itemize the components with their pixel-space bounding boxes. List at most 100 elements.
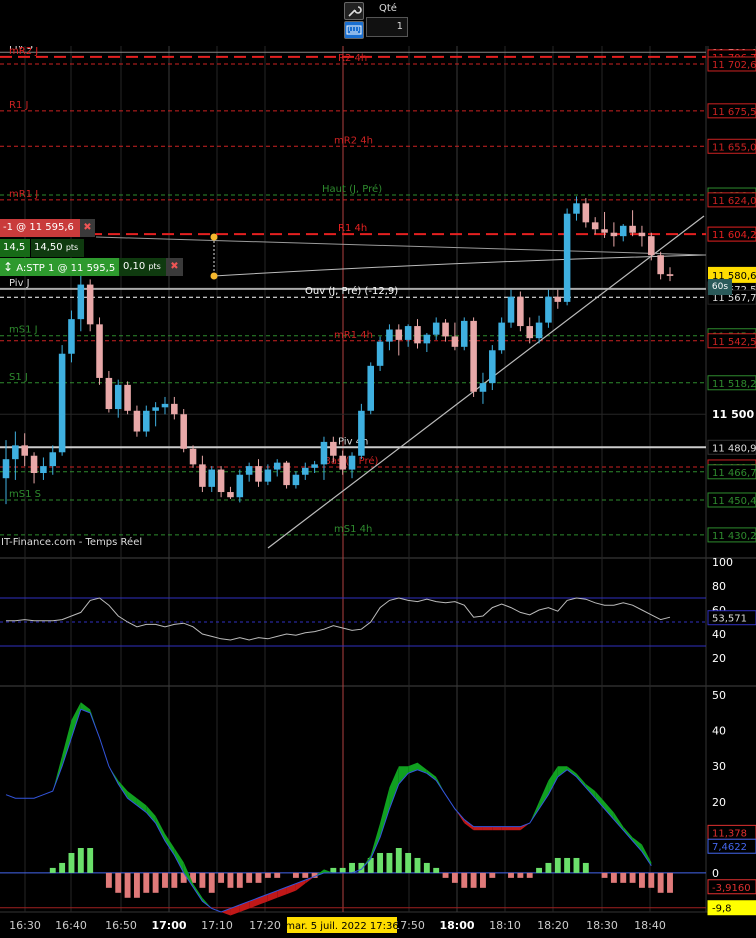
- candle-body: [470, 320, 477, 392]
- candle-body: [563, 213, 571, 302]
- x-tick-label: 18:30: [586, 919, 618, 932]
- macd-fill-segment: [492, 826, 502, 831]
- candle-body: [367, 365, 375, 411]
- x-tick-label: 18:10: [489, 919, 521, 932]
- macd-histogram-bar: [451, 872, 458, 883]
- level-label: mR2 4h: [334, 135, 373, 146]
- rsi-tick-label: 80: [712, 580, 726, 593]
- level-label: mS1 S: [9, 489, 41, 500]
- macd-histogram-bar: [573, 857, 580, 873]
- candle-body: [451, 336, 459, 347]
- macd-value-label: -9,8: [712, 904, 732, 915]
- timeframe-badge[interactable]: 60s: [708, 279, 732, 295]
- order-handle[interactable]: [210, 233, 218, 241]
- candle-body: [460, 320, 468, 347]
- level-label: mS1 J: [9, 325, 38, 336]
- quantity-input[interactable]: 1: [366, 17, 408, 37]
- spread-unit: pts: [65, 243, 79, 252]
- candle-body: [339, 455, 346, 470]
- level-axis-label: 11 702,6: [712, 60, 756, 71]
- data-source-label: IT-Finance.com - Temps Réel: [1, 536, 142, 548]
- candle-body: [180, 414, 187, 449]
- stop-order-box[interactable]: ↕ A:STP 1 @ 11 595,5: [0, 258, 119, 276]
- macd-histogram-bar: [610, 872, 617, 883]
- candle-body: [58, 353, 66, 453]
- order-cancel-button[interactable]: ✖: [80, 219, 95, 237]
- macd-histogram-bar: [414, 857, 421, 873]
- macd-tick-label: 50: [712, 689, 726, 702]
- macd-histogram-bar: [274, 872, 281, 878]
- x-tick-label: 16:30: [9, 919, 41, 932]
- macd-histogram-bar: [105, 872, 112, 888]
- macd-histogram-bar: [171, 872, 178, 888]
- macd-histogram-bar: [349, 862, 355, 873]
- macd-histogram-bar: [601, 872, 608, 878]
- candle-body: [217, 469, 225, 493]
- candle-body: [40, 466, 47, 474]
- stop-pts-value: 0,10: [123, 261, 146, 272]
- candle-body: [96, 324, 103, 378]
- macd-histogram-bar: [218, 872, 225, 883]
- candle-body: [423, 334, 431, 344]
- macd-histogram-bar: [236, 872, 243, 888]
- candle-body: [133, 410, 141, 432]
- stop-cancel-button[interactable]: ✖: [166, 258, 183, 276]
- candle-body: [255, 466, 262, 482]
- macd-histogram-bar: [395, 848, 402, 873]
- macd-histogram-bar: [657, 872, 664, 893]
- spread-right-box: 14,50 pts: [31, 239, 84, 257]
- candle-body: [638, 232, 646, 237]
- macd-fill-segment: [473, 826, 483, 831]
- keyboard-icon[interactable]: [344, 21, 364, 39]
- candle-body: [545, 296, 552, 323]
- macd-histogram-bar: [124, 872, 131, 898]
- macd-histogram-bar: [480, 872, 486, 888]
- macd-histogram-bar: [358, 862, 365, 873]
- candle-body: [573, 203, 580, 214]
- macd-histogram-bar: [526, 872, 533, 878]
- candle-body: [49, 452, 57, 467]
- candle-body: [292, 474, 300, 486]
- drag-handle-icon[interactable]: ↕: [3, 260, 13, 274]
- candle-body: [30, 455, 38, 474]
- wrench-icon[interactable]: [344, 2, 364, 20]
- x-tick-label: 18:40: [634, 919, 666, 932]
- candle-body: [648, 236, 655, 256]
- macd-histogram-bar: [508, 872, 514, 878]
- level-label: R1 J: [9, 100, 28, 111]
- candle-body: [535, 322, 543, 339]
- level-label: mS1 4h: [334, 524, 372, 535]
- macd-histogram-bar: [517, 872, 524, 878]
- candle-body: [124, 384, 131, 411]
- macd-histogram-bar: [423, 862, 430, 873]
- macd-histogram-bar: [87, 848, 94, 873]
- macd-histogram-bar: [162, 872, 168, 888]
- macd-histogram-bar: [461, 872, 468, 888]
- macd-histogram-bar: [405, 852, 412, 873]
- macd-histogram-bar: [386, 852, 393, 873]
- stop-pts-unit: pts: [148, 262, 161, 271]
- candle-body: [114, 384, 122, 410]
- candle-body: [2, 459, 10, 479]
- candle-body: [189, 448, 197, 465]
- level-axis-label: 11 624,0: [712, 196, 756, 207]
- candle-body: [348, 455, 356, 470]
- macd-histogram-bar: [470, 872, 477, 888]
- macd-histogram-bar: [143, 872, 150, 893]
- x-tick-label: 16:40: [55, 919, 87, 932]
- macd-histogram-bar: [49, 867, 56, 873]
- order-sell-label[interactable]: -1 @ 11 595,6: [0, 219, 80, 237]
- macd-fill-segment: [501, 826, 512, 831]
- top-toolbar: Qté 1: [0, 0, 756, 46]
- x-tick-label: 17:20: [249, 919, 281, 932]
- level-label: Haut (J, Pré): [322, 183, 382, 195]
- order-handle[interactable]: [210, 272, 218, 280]
- macd-histogram-bar: [377, 852, 384, 873]
- rsi-tick-label: 40: [712, 628, 726, 641]
- macd-histogram-bar: [199, 872, 206, 888]
- macd-histogram-bar: [115, 872, 122, 893]
- trading-chart[interactable]: Piv SmR2 JR2 4hR1 JmR2 4hHaut (J, Pré)mR…: [0, 46, 756, 938]
- macd-histogram-bar: [68, 852, 75, 873]
- candle-body: [77, 284, 85, 320]
- macd-histogram-bar: [442, 872, 449, 878]
